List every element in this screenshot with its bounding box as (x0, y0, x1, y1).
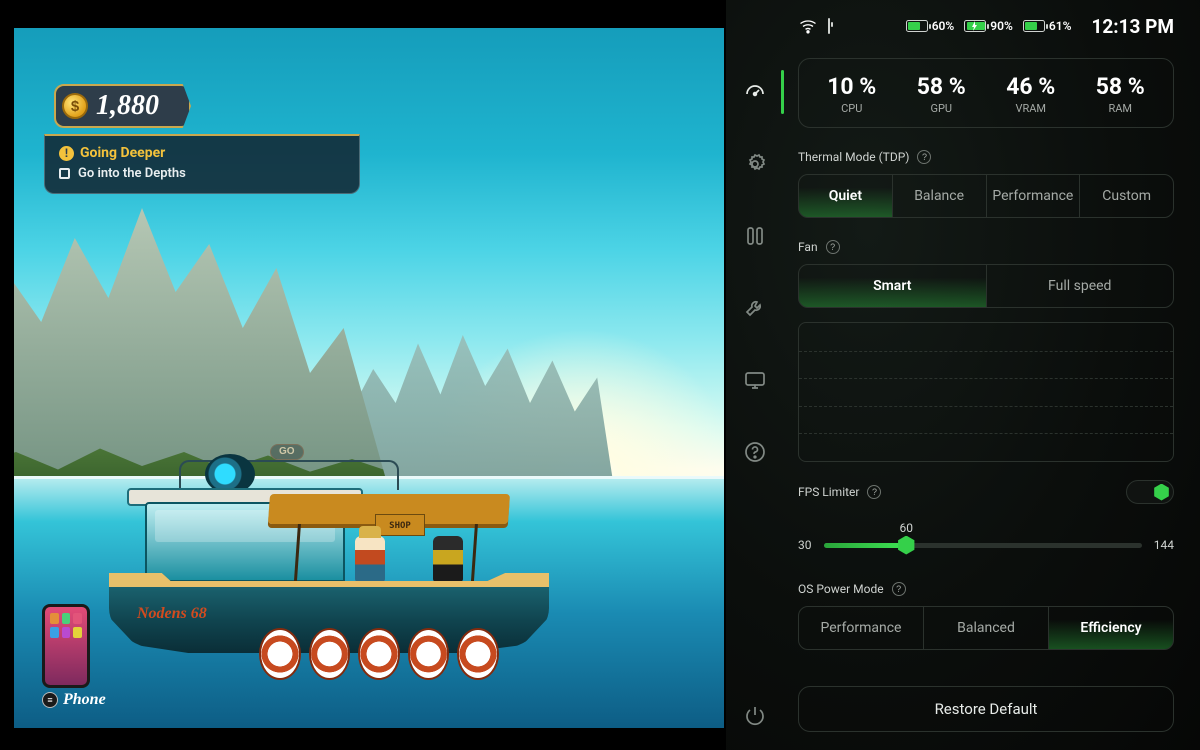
device-battery-icon (828, 19, 830, 33)
fan-option-full speed[interactable]: Full speed (986, 265, 1174, 307)
game-viewport: SHOP Nodens 68 GO $ 1,880 ! Going Deeper… (14, 28, 724, 728)
help-icon[interactable]: ? (867, 485, 881, 499)
fan-mode-selector[interactable]: SmartFull speed (798, 264, 1174, 308)
charging-icon (971, 21, 979, 31)
rail-performance[interactable] (726, 56, 784, 128)
help-icon[interactable]: ? (892, 582, 906, 596)
fps-toggle[interactable] (1126, 480, 1174, 504)
checkbox-icon (59, 168, 70, 179)
gpu-label: GPU (897, 102, 987, 115)
fps-max: 144 (1154, 538, 1174, 552)
power-option-efficiency[interactable]: Efficiency (1048, 607, 1173, 649)
quest-task-row: Go into the Depths (59, 166, 345, 181)
coin-icon: $ (62, 93, 88, 119)
fan-curve-chart[interactable] (798, 322, 1174, 462)
boat-name: Nodens 68 (137, 606, 207, 622)
gpu-value: 58 % (897, 73, 987, 100)
rail-settings[interactable] (726, 128, 784, 200)
alert-icon: ! (59, 146, 74, 161)
cpu-label: CPU (807, 102, 897, 115)
wrench-icon (743, 296, 767, 320)
thermal-option-custom[interactable]: Custom (1079, 175, 1173, 217)
display-icon (743, 368, 767, 392)
phone-widget[interactable]: ≡ Phone (42, 604, 106, 708)
clock: 12:13 PM (1091, 15, 1174, 38)
ram-label: RAM (1076, 102, 1166, 115)
npc-2[interactable] (433, 536, 463, 582)
restore-default-button[interactable]: Restore Default (798, 686, 1174, 732)
money-value: 1,880 (96, 92, 159, 120)
fps-label: FPS Limiter (798, 485, 859, 499)
hud-quest-panel: ! Going Deeper Go into the Depths (44, 134, 360, 194)
power-icon (743, 704, 767, 728)
help-icon[interactable]: ? (826, 240, 840, 254)
rail-power[interactable] (726, 704, 784, 728)
phone-label: Phone (63, 692, 106, 708)
hud-money: $ 1,880 (54, 84, 191, 128)
rail-controller[interactable] (726, 200, 784, 272)
gear-icon (743, 152, 767, 176)
thermal-label: Thermal Mode (TDP)? (798, 150, 1174, 164)
thermal-option-quiet[interactable]: Quiet (799, 175, 892, 217)
fps-value: 60 (899, 521, 913, 535)
battery-2: 90% (964, 19, 1013, 33)
power-option-performance[interactable]: Performance (799, 607, 923, 649)
help-icon[interactable]: ? (917, 150, 931, 164)
go-badge[interactable]: GO (270, 444, 304, 460)
fps-slider[interactable]: 30 60 144 (798, 530, 1174, 560)
wifi-icon (798, 16, 818, 36)
boat: SHOP Nodens 68 (109, 458, 559, 678)
vram-label: VRAM (986, 102, 1076, 115)
power-mode-selector[interactable]: PerformanceBalancedEfficiency (798, 606, 1174, 650)
overlay-rail (726, 0, 784, 750)
thermal-mode-selector[interactable]: QuietBalancePerformanceCustom (798, 174, 1174, 218)
quest-title: Going Deeper (80, 145, 165, 161)
rail-display[interactable] (726, 344, 784, 416)
rail-tools[interactable] (726, 272, 784, 344)
fan-option-smart[interactable]: Smart (799, 265, 986, 307)
gauge-icon (743, 80, 767, 104)
battery-1: 60% (906, 19, 955, 33)
fps-min: 30 (798, 538, 812, 552)
overlay-content: 60% 90% 61% 12:13 PM 10 % CPU 58 % GPU 46 … (784, 0, 1200, 750)
vram-value: 46 % (986, 73, 1076, 100)
phone-icon (42, 604, 90, 688)
fps-track[interactable]: 60 (824, 543, 1142, 548)
fps-thumb[interactable] (897, 536, 916, 555)
quest-title-row: ! Going Deeper (59, 145, 345, 161)
quest-task: Go into the Depths (78, 166, 186, 181)
ram-value: 58 % (1076, 73, 1166, 100)
controller-icon (743, 224, 767, 248)
npc-1[interactable] (355, 536, 385, 582)
thermal-option-performance[interactable]: Performance (986, 175, 1080, 217)
life-rings (259, 628, 499, 680)
menu-button-icon: ≡ (42, 692, 58, 708)
power-option-balanced[interactable]: Balanced (923, 607, 1048, 649)
performance-overlay: 60% 90% 61% 12:13 PM 10 % CPU 58 % GPU 46 … (726, 0, 1200, 750)
thermal-option-balance[interactable]: Balance (892, 175, 986, 217)
shop-sign[interactable]: SHOP (375, 514, 425, 536)
fan-label: Fan? (798, 240, 1174, 254)
help-icon (743, 440, 767, 464)
status-bar: 60% 90% 61% 12:13 PM (798, 4, 1174, 48)
rail-help[interactable] (726, 416, 784, 488)
battery-3: 61% (1023, 19, 1072, 33)
metrics-row: 10 % CPU 58 % GPU 46 % VRAM 58 % RAM (798, 58, 1174, 128)
power-label: OS Power Mode? (798, 582, 1174, 596)
cpu-value: 10 % (807, 73, 897, 100)
